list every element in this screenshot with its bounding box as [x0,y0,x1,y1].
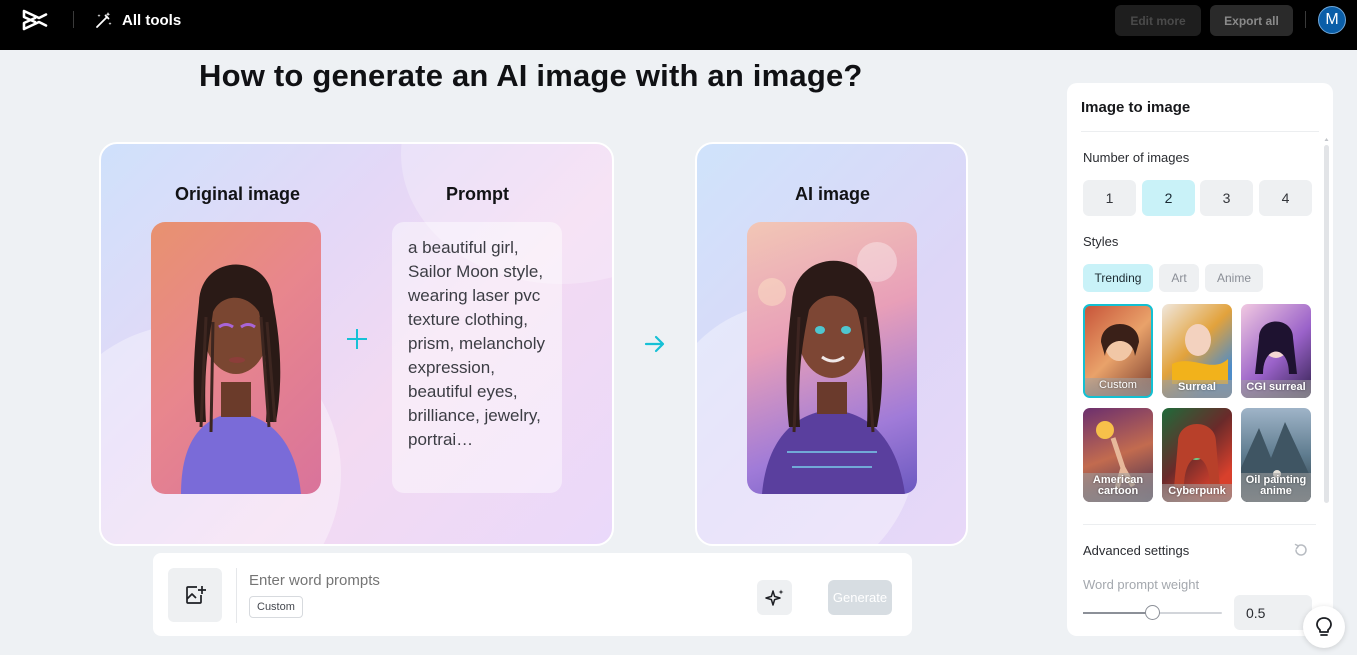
style-cgi-surreal[interactable]: CGI surreal [1241,304,1311,398]
all-tools-label: All tools [122,11,182,29]
scroll-up-icon[interactable] [1324,137,1329,142]
prompt-bar: Custom [153,553,912,636]
panel-divider [1081,131,1319,132]
top-divider-right [1305,11,1306,28]
top-bar: All tools Edit more Export all M [0,0,1357,50]
style-american-cartoon[interactable]: American cartoon [1083,408,1153,502]
page-title: How to generate an AI image with an imag… [199,58,863,93]
inspire-button[interactable] [757,580,792,615]
style-label: Oil painting anime [1241,473,1311,502]
original-image [151,222,321,494]
style-label: Surreal [1162,380,1232,398]
ai-image [747,222,917,494]
style-label: Custom [1085,378,1151,396]
advanced-divider [1083,524,1316,525]
reset-icon[interactable] [1293,542,1309,558]
capcut-logo-icon[interactable] [22,8,48,32]
prompt-bar-divider [236,568,237,623]
prompt-text: a beautiful girl, Sailor Moon style, wea… [408,238,545,449]
upload-image-button[interactable] [168,568,222,622]
generate-button[interactable]: Generate [828,580,892,615]
style-cyberpunk[interactable]: Cyberpunk [1162,408,1232,502]
panel-title: Image to image [1081,99,1191,116]
number-option-1[interactable]: 1 [1083,180,1136,216]
style-label: Cyberpunk [1162,484,1232,502]
tab-anime[interactable]: Anime [1205,264,1263,292]
style-label: American cartoon [1083,473,1153,502]
tab-art[interactable]: Art [1159,264,1199,292]
style-label: CGI surreal [1241,380,1311,398]
prompt-heading: Prompt [446,184,509,204]
lightbulb-icon [1316,617,1332,636]
weight-slider-handle[interactable] [1145,605,1160,620]
avatar[interactable]: M [1318,6,1346,34]
plus-icon [347,329,367,349]
arrow-right-icon [644,335,665,353]
edit-more-button[interactable]: Edit more [1115,5,1201,36]
weight-value-input[interactable]: 0.5 [1234,595,1312,630]
style-tag[interactable]: Custom [249,596,303,618]
style-surreal[interactable]: Surreal [1162,304,1232,398]
style-custom[interactable]: Custom [1083,304,1153,398]
advanced-settings-label: Advanced settings [1083,543,1190,558]
image-upload-icon [186,586,206,604]
top-divider [73,11,74,28]
word-prompt-weight-label: Word prompt weight [1083,577,1200,592]
magic-wand-icon [96,12,112,28]
number-option-3[interactable]: 3 [1200,180,1253,216]
number-option-2[interactable]: 2 [1142,180,1195,216]
panel-scrollbar[interactable] [1324,145,1329,503]
weight-slider-fill [1083,612,1153,614]
number-option-4[interactable]: 4 [1259,180,1312,216]
styles-label: Styles [1083,234,1119,249]
help-button[interactable] [1303,606,1345,648]
prompt-input[interactable] [249,572,729,589]
all-tools-button[interactable]: All tools [95,10,181,30]
sparkle-icon [764,589,783,606]
style-oil-painting-anime[interactable]: Oil painting anime [1241,408,1311,502]
prompt-text-box: a beautiful girl, Sailor Moon style, wea… [392,222,562,493]
tab-trending[interactable]: Trending [1083,264,1153,292]
original-image-heading: Original image [175,184,301,204]
ai-image-heading: AI image [795,184,871,204]
export-all-button[interactable]: Export all [1210,5,1293,36]
settings-panel: Image to image Number of images 1 2 3 4 … [1067,83,1333,636]
number-of-images-label: Number of images [1083,150,1190,165]
